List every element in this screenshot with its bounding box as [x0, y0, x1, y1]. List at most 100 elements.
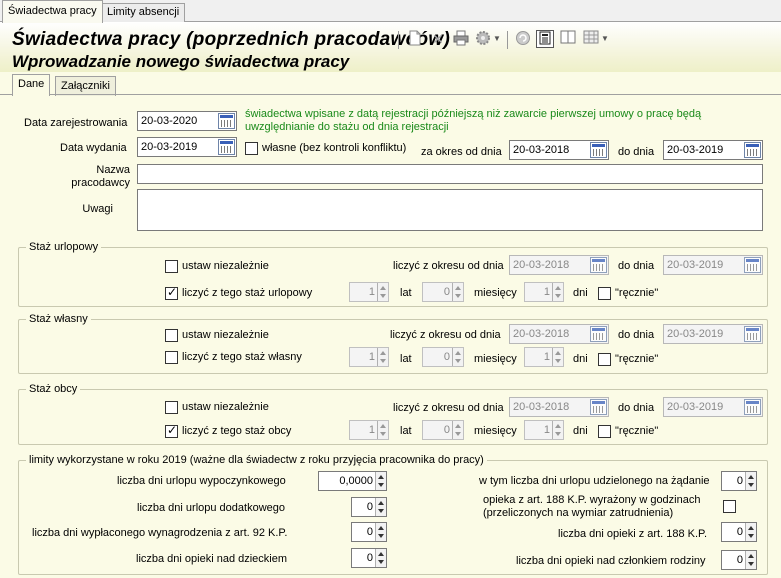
tab-limity-absencji[interactable]: Limity absencji [101, 3, 186, 22]
delete-icon[interactable]: ✕ [429, 30, 447, 48]
print-icon[interactable] [452, 30, 470, 48]
lat-label: lat [400, 287, 412, 299]
opieka-188-stepper[interactable]: 0 [721, 522, 757, 542]
info-text-line-2: uwzględnianie do stażu od dnia rejestrac… [245, 121, 449, 133]
calendar-icon[interactable] [590, 142, 607, 158]
liczyc-staz-checkbox[interactable] [165, 423, 178, 438]
ustaw-niezaleznie-checkbox[interactable] [165, 329, 178, 342]
dni-stepper[interactable]: 1 [524, 420, 564, 440]
recznie-label: "ręcznie" [615, 425, 659, 437]
opieka-188-godz-checkbox[interactable] [723, 500, 736, 513]
dni-label: dni [573, 425, 588, 437]
stepper-arrows[interactable] [375, 549, 386, 567]
opieka-rodzina-stepper[interactable]: 0 [721, 550, 757, 570]
data-wydania-field[interactable]: 20-03-2019 [137, 137, 237, 157]
ustaw-niezaleznie-checkbox[interactable] [165, 401, 178, 414]
staz-wlasny-do-field[interactable]: 20-03-2019 [663, 324, 763, 344]
lat-stepper[interactable]: 1 [349, 347, 389, 367]
tab-divider [0, 94, 781, 95]
data-zarejestrowania-field[interactable]: 20-03-2020 [137, 111, 237, 131]
staz-obcy-od-field[interactable]: 20-03-2018 [509, 397, 609, 417]
stepper-arrows[interactable] [552, 348, 563, 366]
calendar-icon[interactable] [590, 257, 607, 273]
stepper-value: 0 [736, 475, 743, 487]
date-value: 20-03-2018 [513, 144, 570, 156]
tab-swiadectwa-pracy[interactable]: Świadectwa pracy [2, 0, 103, 23]
wlasne-label: własne (bez kontroli konfliktu) [262, 142, 407, 154]
dni-stepper[interactable]: 1 [524, 347, 564, 367]
nazwa-pracodawcy-input[interactable] [137, 164, 763, 184]
liczyc-z-okresu-label: liczyć z okresu od dnia [390, 329, 501, 341]
limity-title: limity wykorzystane w roku 2019 (ważne d… [26, 454, 487, 466]
dropdown-arrow-icon[interactable]: ▼ [492, 30, 502, 48]
stepper-arrows[interactable] [452, 283, 463, 301]
split-view-icon[interactable] [559, 30, 577, 48]
calendar-icon[interactable] [218, 139, 235, 155]
recznie-checkbox[interactable] [598, 425, 611, 438]
stepper-arrows[interactable] [552, 421, 563, 439]
stepper-arrows[interactable] [377, 421, 388, 439]
calendar-icon[interactable] [590, 399, 607, 415]
urlop-zadanie-stepper[interactable]: 0 [721, 471, 757, 491]
stepper-arrows[interactable] [375, 472, 386, 490]
lat-stepper[interactable]: 1 [349, 420, 389, 440]
miesiecy-stepper[interactable]: 0 [422, 420, 464, 440]
stepper-arrows[interactable] [377, 283, 388, 301]
uwagi-input[interactable] [137, 189, 763, 231]
liczyc-staz-checkbox[interactable] [165, 351, 178, 364]
settings-gear-icon[interactable] [474, 30, 492, 48]
stepper-arrows[interactable] [552, 283, 563, 301]
opieka-dziecko-stepper[interactable]: 0 [351, 548, 387, 568]
wynagrodzenie-92-stepper[interactable]: 0 [351, 522, 387, 542]
calendar-icon[interactable] [744, 257, 761, 273]
lat-stepper[interactable]: 1 [349, 282, 389, 302]
toolbar-separator [507, 31, 508, 49]
new-document-icon[interactable] [406, 30, 424, 48]
date-value: 20-03-2019 [667, 144, 724, 156]
miesiecy-stepper[interactable]: 0 [422, 282, 464, 302]
stepper-arrows[interactable] [452, 348, 463, 366]
dni-stepper[interactable]: 1 [524, 282, 564, 302]
dropdown-arrow-icon[interactable]: ▼ [600, 30, 610, 48]
staz-urlopowy-od-field[interactable]: 20-03-2018 [509, 255, 609, 275]
stepper-value: 0 [443, 351, 450, 363]
calendar-icon[interactable] [590, 326, 607, 342]
liczyc-staz-checkbox[interactable] [165, 285, 178, 300]
ustaw-niezaleznie-checkbox[interactable] [165, 260, 178, 273]
grid-icon[interactable] [582, 30, 600, 48]
urlop-dodatkowy-stepper[interactable]: 0 [351, 497, 387, 517]
recznie-checkbox[interactable] [598, 287, 611, 300]
refresh-icon[interactable] [514, 30, 532, 48]
staz-obcy-do-field[interactable]: 20-03-2019 [663, 397, 763, 417]
ustaw-niezaleznie-label: ustaw niezależnie [182, 401, 269, 413]
urlop-wypoczynkowy-stepper[interactable]: 0,0000 [318, 471, 387, 491]
recznie-label: "ręcznie" [615, 353, 659, 365]
staz-urlopowy-do-field[interactable]: 20-03-2019 [663, 255, 763, 275]
stepper-arrows[interactable] [377, 348, 388, 366]
calendar-icon[interactable] [218, 113, 235, 129]
stepper-arrows[interactable] [452, 421, 463, 439]
calendar-icon[interactable] [744, 142, 761, 158]
date-value: 20-03-2018 [513, 401, 570, 413]
tab-dane[interactable]: Dane [12, 74, 51, 96]
urlop-zadanie-label: w tym liczba dni urlopu udzielonego na ż… [479, 475, 710, 487]
calendar-icon[interactable] [744, 399, 761, 415]
tab-zalaczniki[interactable]: Załączniki [55, 76, 116, 96]
staz-wlasny-od-field[interactable]: 20-03-2018 [509, 324, 609, 344]
lat-label: lat [400, 425, 412, 437]
stepper-arrows[interactable] [745, 523, 756, 541]
liczyc-z-okresu-label: liczyć z okresu od dnia [393, 260, 504, 272]
stepper-arrows[interactable] [745, 472, 756, 490]
dni-label: dni [573, 287, 588, 299]
wlasne-checkbox[interactable] [245, 142, 258, 155]
recznie-checkbox[interactable] [598, 353, 611, 366]
miesiecy-stepper[interactable]: 0 [422, 347, 464, 367]
stepper-arrows[interactable] [375, 498, 386, 516]
outer-tab-bar: Świadectwa pracy Limity absencji [0, 0, 781, 23]
stepper-arrows[interactable] [745, 551, 756, 569]
calculator-icon[interactable] [536, 30, 554, 48]
stepper-arrows[interactable] [375, 523, 386, 541]
okres-do-field[interactable]: 20-03-2019 [663, 140, 763, 160]
okres-od-field[interactable]: 20-03-2018 [509, 140, 609, 160]
calendar-icon[interactable] [744, 326, 761, 342]
